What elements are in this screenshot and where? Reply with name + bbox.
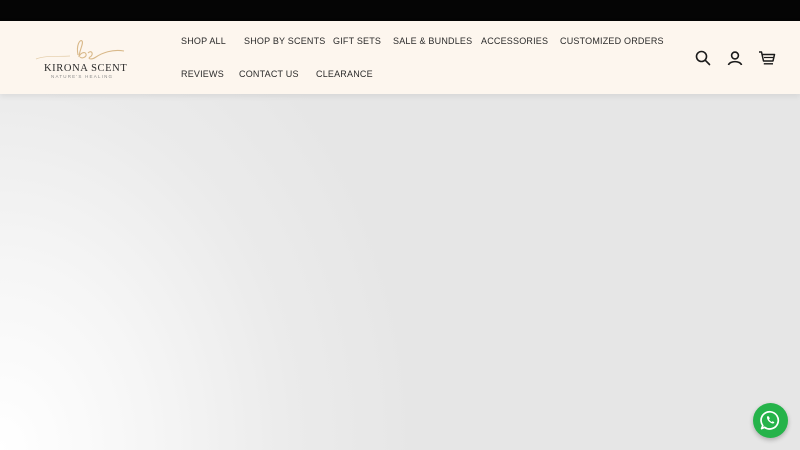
site-header: KIRONA SCENT NATURE'S HEALING SHOP ALL S… — [0, 21, 800, 94]
whatsapp-chat-button[interactable] — [753, 403, 788, 438]
nav-reviews[interactable]: REVIEWS — [181, 69, 224, 79]
brand-tagline: NATURE'S HEALING — [51, 74, 114, 79]
nav-accessories[interactable]: ACCESSORIES — [481, 36, 548, 46]
logo-script-mark — [35, 40, 125, 60]
cart-icon[interactable] — [758, 49, 776, 67]
nav-gift-sets[interactable]: GIFT SETS — [333, 36, 381, 46]
brand-logo[interactable]: KIRONA SCENT NATURE'S HEALING — [32, 35, 132, 81]
nav-shop-all[interactable]: SHOP ALL — [181, 36, 226, 46]
hero-banner — [0, 94, 800, 450]
nav-clearance[interactable]: CLEARANCE — [316, 69, 373, 79]
search-icon[interactable] — [694, 49, 712, 67]
announcement-bar — [0, 0, 800, 21]
nav-sale-bundles[interactable]: SALE & BUNDLES — [393, 36, 472, 46]
whatsapp-icon — [760, 410, 780, 430]
nav-shop-by-scents[interactable]: SHOP BY SCENTS — [244, 36, 326, 46]
nav-customized-orders[interactable]: CUSTOMIZED ORDERS — [560, 36, 664, 46]
brand-name: KIRONA SCENT — [44, 63, 128, 74]
nav-contact-us[interactable]: CONTACT US — [239, 69, 299, 79]
account-icon[interactable] — [726, 49, 744, 67]
